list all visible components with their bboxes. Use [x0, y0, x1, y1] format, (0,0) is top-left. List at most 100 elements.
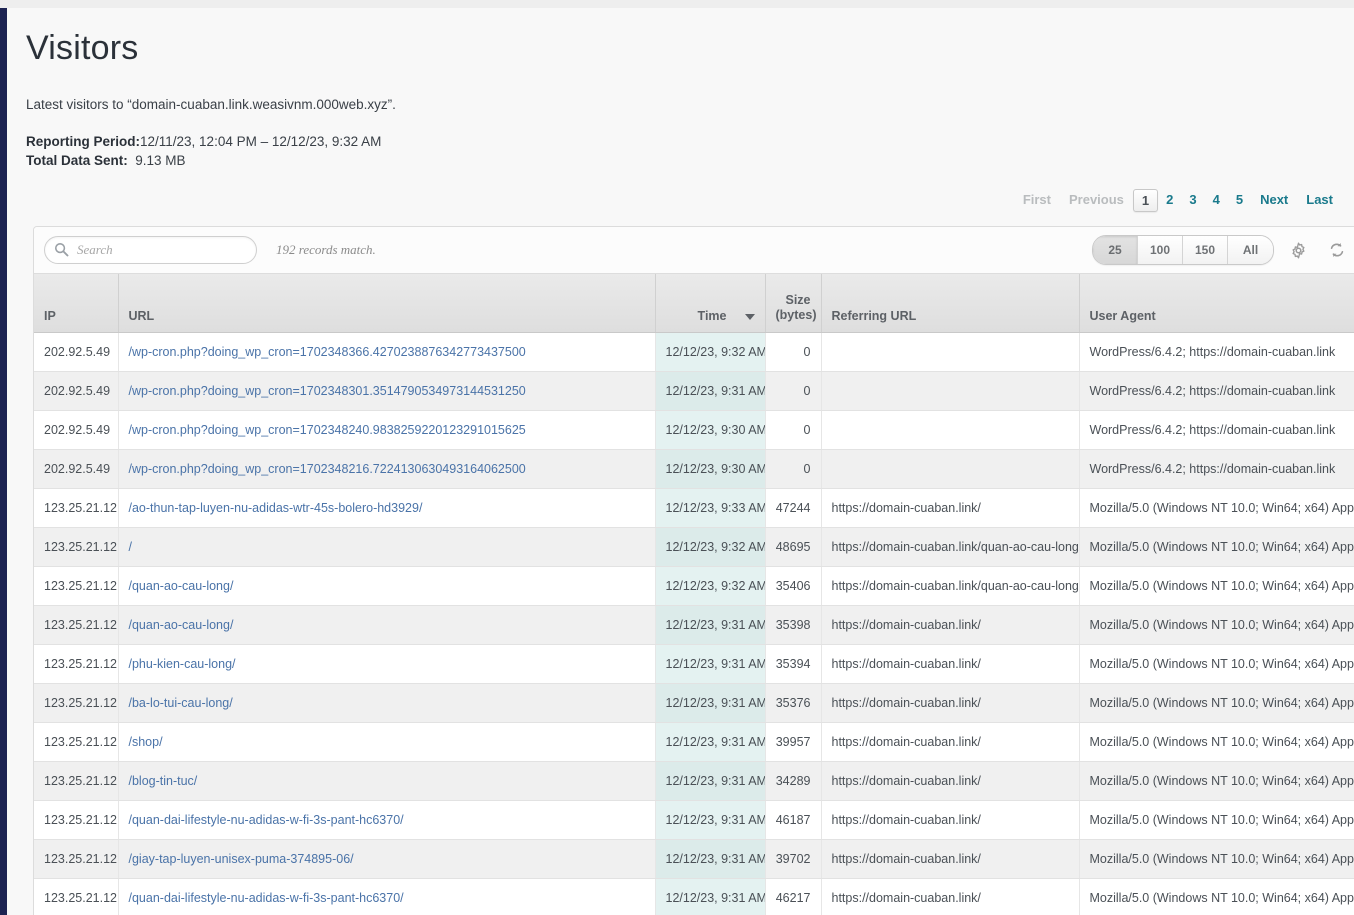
cell-referring-url: https://domain-cuaban.link/	[821, 644, 1080, 684]
cell-size: 47244	[765, 488, 822, 528]
refresh-button[interactable]	[1322, 236, 1352, 264]
left-nav-rail	[0, 8, 7, 915]
page-size-100[interactable]: 100	[1138, 236, 1183, 264]
cell-size: 0	[765, 449, 822, 489]
cell-url[interactable]: /ao-thun-tap-luyen-nu-adidas-wtr-45s-bol…	[118, 488, 656, 528]
visitors-table: IP URL Time Size (bytes) Referring URL U…	[34, 274, 1354, 915]
url-link[interactable]: /quan-ao-cau-long/	[129, 579, 234, 593]
total-data-label: Total Data Sent:	[26, 152, 128, 168]
pagination-first[interactable]: First	[1014, 186, 1060, 214]
page-size-25[interactable]: 25	[1093, 236, 1138, 264]
cell-user-agent: Mozilla/5.0 (Windows NT 10.0; Win64; x64…	[1079, 761, 1354, 801]
url-link[interactable]: /quan-dai-lifestyle-nu-adidas-w-fi-3s-pa…	[129, 813, 404, 827]
cell-time: 12/12/23, 9:31 AM	[655, 605, 766, 645]
table-body: 202.92.5.49/wp-cron.php?doing_wp_cron=17…	[34, 332, 1354, 915]
cell-ip: 123.25.21.12	[34, 644, 119, 684]
cell-size: 35394	[765, 644, 822, 684]
table-header-row: IP URL Time Size (bytes) Referring URL U…	[34, 274, 1354, 333]
cell-referring-url	[821, 332, 1080, 372]
cell-url[interactable]: /phu-kien-cau-long/	[118, 644, 656, 684]
cell-user-agent: Mozilla/5.0 (Windows NT 10.0; Win64; x64…	[1079, 683, 1354, 723]
cell-user-agent: Mozilla/5.0 (Windows NT 10.0; Win64; x64…	[1079, 488, 1354, 528]
cell-referring-url	[821, 449, 1080, 489]
cell-url[interactable]: /shop/	[118, 722, 656, 762]
url-link[interactable]: /phu-kien-cau-long/	[129, 657, 236, 671]
pagination-page-4[interactable]: 4	[1205, 186, 1228, 214]
table-row: 123.25.21.12/blog-tin-tuc/12/12/23, 9:31…	[34, 761, 1354, 801]
column-header-time[interactable]: Time	[655, 274, 766, 333]
url-link[interactable]: /wp-cron.php?doing_wp_cron=1702348301.35…	[129, 384, 526, 398]
table-row: 123.25.21.12/ba-lo-tui-cau-long/12/12/23…	[34, 683, 1354, 723]
cell-time: 12/12/23, 9:30 AM	[655, 449, 766, 489]
pagination-previous[interactable]: Previous	[1060, 186, 1133, 214]
url-link[interactable]: /shop/	[129, 735, 163, 749]
cell-referring-url: https://domain-cuaban.link/	[821, 605, 1080, 645]
cell-url[interactable]: /giay-tap-luyen-unisex-puma-374895-06/	[118, 839, 656, 879]
cell-referring-url	[821, 371, 1080, 411]
search-input[interactable]	[44, 236, 257, 264]
settings-button[interactable]	[1283, 236, 1313, 264]
cell-referring-url: https://domain-cuaban.link/quan-ao-cau-l…	[821, 527, 1080, 567]
cell-user-agent: WordPress/6.4.2; https://domain-cuaban.l…	[1079, 410, 1354, 450]
cell-ip: 123.25.21.12	[34, 800, 119, 840]
url-link[interactable]: /	[129, 540, 132, 554]
url-link[interactable]: /wp-cron.php?doing_wp_cron=1702348216.72…	[129, 462, 526, 476]
url-link[interactable]: /quan-dai-lifestyle-nu-adidas-w-fi-3s-pa…	[129, 891, 404, 905]
pagination-page-2[interactable]: 2	[1158, 186, 1181, 214]
url-link[interactable]: /giay-tap-luyen-unisex-puma-374895-06/	[129, 852, 354, 866]
cell-size: 0	[765, 332, 822, 372]
url-link[interactable]: /wp-cron.php?doing_wp_cron=1702348366.42…	[129, 345, 526, 359]
column-header-user-agent[interactable]: User Agent	[1079, 274, 1354, 333]
cell-ip: 123.25.21.12	[34, 839, 119, 879]
page-size-all[interactable]: All	[1228, 236, 1273, 264]
cell-size: 46217	[765, 878, 822, 915]
cell-size: 35398	[765, 605, 822, 645]
table-row: 123.25.21.12 / 12/12/23, 9:32 AM 48695 https…	[34, 527, 1354, 567]
pagination-page-5[interactable]: 5	[1228, 186, 1251, 214]
cell-ip: 123.25.21.12	[34, 761, 119, 801]
url-link[interactable]: /blog-tin-tuc/	[129, 774, 198, 788]
cell-url[interactable]: /wp-cron.php?doing_wp_cron=1702348240.98…	[118, 410, 656, 450]
cell-url[interactable]: /ba-lo-tui-cau-long/	[118, 683, 656, 723]
url-link[interactable]: /ao-thun-tap-luyen-nu-adidas-wtr-45s-bol…	[129, 501, 423, 515]
cell-time: 12/12/23, 9:31 AM	[655, 761, 766, 801]
url-link[interactable]: /quan-ao-cau-long/	[129, 618, 234, 632]
cell-url[interactable]: /	[118, 527, 656, 567]
table-scroll-region[interactable]: IP URL Time Size (bytes) Referring URL U…	[34, 274, 1354, 915]
url-link[interactable]: /ba-lo-tui-cau-long/	[129, 696, 233, 710]
column-header-url[interactable]: URL	[118, 274, 656, 333]
cell-url[interactable]: /quan-dai-lifestyle-nu-adidas-w-fi-3s-pa…	[118, 878, 656, 915]
cell-size: 0	[765, 371, 822, 411]
visitors-page: Visitors Latest visitors to “domain-cuab…	[0, 0, 1354, 915]
cell-size: 48695	[765, 527, 822, 567]
column-header-referring-url[interactable]: Referring URL	[821, 274, 1080, 333]
cell-time: 12/12/23, 9:31 AM	[655, 878, 766, 915]
page-meta: Reporting Period:12/11/23, 12:04 PM – 12…	[26, 133, 1354, 170]
pagination-page-3[interactable]: 3	[1181, 186, 1204, 214]
cell-url[interactable]: /quan-ao-cau-long/	[118, 605, 656, 645]
column-header-ip[interactable]: IP	[34, 274, 119, 333]
cell-url[interactable]: /quan-dai-lifestyle-nu-adidas-w-fi-3s-pa…	[118, 800, 656, 840]
cell-url[interactable]: /wp-cron.php?doing_wp_cron=1702348301.35…	[118, 371, 656, 411]
cell-user-agent: Mozilla/5.0 (Windows NT 10.0; Win64; x64…	[1079, 527, 1354, 567]
cell-url[interactable]: /wp-cron.php?doing_wp_cron=1702348366.42…	[118, 332, 656, 372]
pagination-next[interactable]: Next	[1251, 186, 1297, 214]
table-row: 123.25.21.12/ao-thun-tap-luyen-nu-adidas…	[34, 488, 1354, 528]
cell-user-agent: WordPress/6.4.2; https://domain-cuaban.l…	[1079, 371, 1354, 411]
cell-referring-url: https://domain-cuaban.link/	[821, 800, 1080, 840]
cell-time: 12/12/23, 9:31 AM	[655, 683, 766, 723]
page-size-150[interactable]: 150	[1183, 236, 1228, 264]
pagination-page-1[interactable]: 1	[1132, 188, 1159, 212]
cell-size: 39957	[765, 722, 822, 762]
cell-time: 12/12/23, 9:31 AM	[655, 800, 766, 840]
pagination-last[interactable]: Last	[1297, 186, 1342, 214]
cell-user-agent: Mozilla/5.0 (Windows NT 10.0; Win64; x64…	[1079, 878, 1354, 915]
cell-ip: 202.92.5.49	[34, 332, 119, 372]
url-link[interactable]: /wp-cron.php?doing_wp_cron=1702348240.98…	[129, 423, 526, 437]
cell-url[interactable]: /wp-cron.php?doing_wp_cron=1702348216.72…	[118, 449, 656, 489]
table-row: 123.25.21.12/quan-dai-lifestyle-nu-adida…	[34, 878, 1354, 915]
cell-url[interactable]: /blog-tin-tuc/	[118, 761, 656, 801]
cell-url[interactable]: /quan-ao-cau-long/	[118, 566, 656, 606]
column-header-time-label: Time	[697, 308, 727, 323]
column-header-size[interactable]: Size (bytes)	[765, 274, 822, 333]
